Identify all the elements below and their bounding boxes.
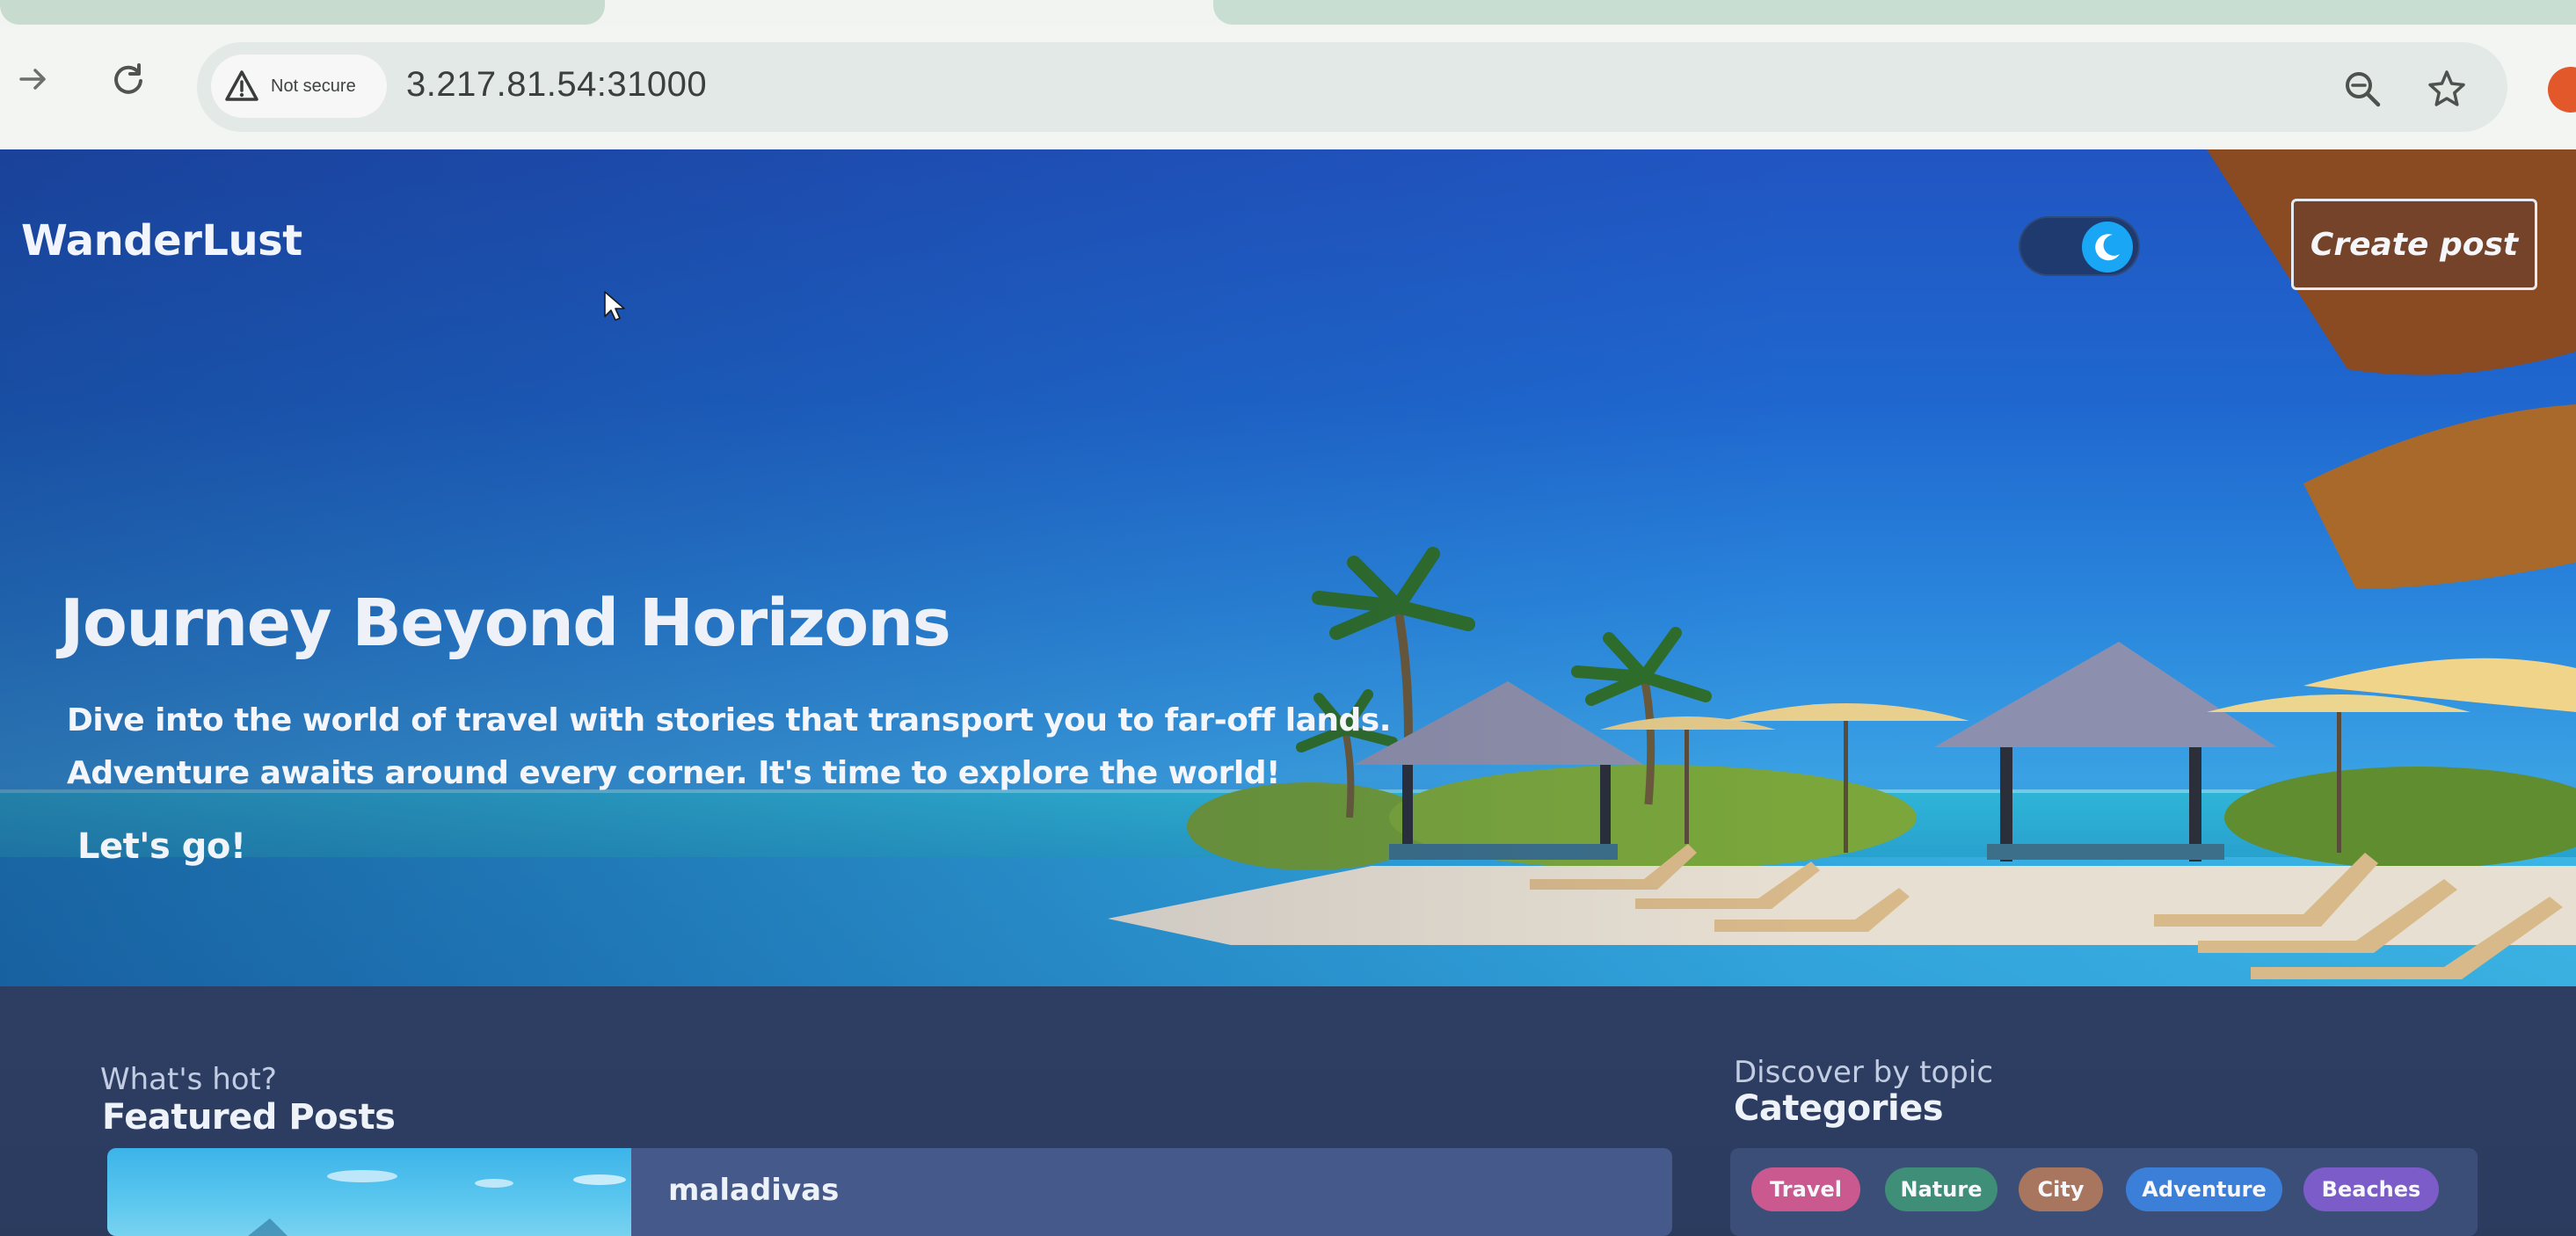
featured-kicker: What's hot? — [100, 1062, 277, 1097]
category-chip-nature[interactable]: Nature — [1885, 1167, 1997, 1211]
category-chip-adventure[interactable]: Adventure — [2126, 1167, 2282, 1211]
site-logo[interactable]: WanderLust — [21, 216, 302, 265]
post-thumbnail — [107, 1148, 631, 1236]
security-label: Not secure — [271, 76, 356, 96]
hero-description: Dive into the world of travel with stori… — [67, 702, 1391, 791]
warning-icon — [223, 68, 260, 105]
category-chip-city[interactable]: City — [2019, 1167, 2103, 1211]
post-title[interactable]: maladivas — [668, 1173, 839, 1208]
featured-posts-title: Featured Posts — [102, 1097, 396, 1138]
url-text[interactable]: 3.217.81.54:31000 — [406, 65, 707, 105]
browser-tabstrip — [0, 0, 2576, 26]
security-indicator[interactable]: Not secure — [211, 55, 387, 118]
categories-title: Categories — [1734, 1088, 1944, 1129]
category-chip-travel[interactable]: Travel — [1751, 1167, 1860, 1211]
categories-kicker: Discover by topic — [1734, 1055, 1994, 1090]
create-post-button[interactable]: Create post — [2291, 199, 2537, 290]
reload-icon — [114, 63, 142, 94]
lets-go-button[interactable]: Let's go! — [77, 826, 246, 867]
browser-tab-active[interactable] — [1213, 0, 2576, 25]
forward-button[interactable] — [9, 55, 58, 104]
forward-arrow-icon — [19, 69, 46, 90]
hero-overlay — [0, 149, 2576, 986]
category-chip-beaches[interactable]: Beaches — [2303, 1167, 2439, 1211]
reload-button[interactable] — [104, 55, 153, 104]
hero-title: Journey Beyond Horizons — [60, 585, 951, 661]
hero-banner — [0, 149, 2576, 986]
browser-tab-inactive[interactable] — [0, 0, 605, 25]
mouse-cursor-icon — [604, 291, 625, 321]
zoom-icon[interactable] — [2340, 67, 2384, 111]
bookmark-star-icon[interactable] — [2423, 65, 2470, 113]
moon-icon[interactable] — [2082, 222, 2133, 273]
featured-post-card[interactable] — [107, 1148, 1672, 1236]
